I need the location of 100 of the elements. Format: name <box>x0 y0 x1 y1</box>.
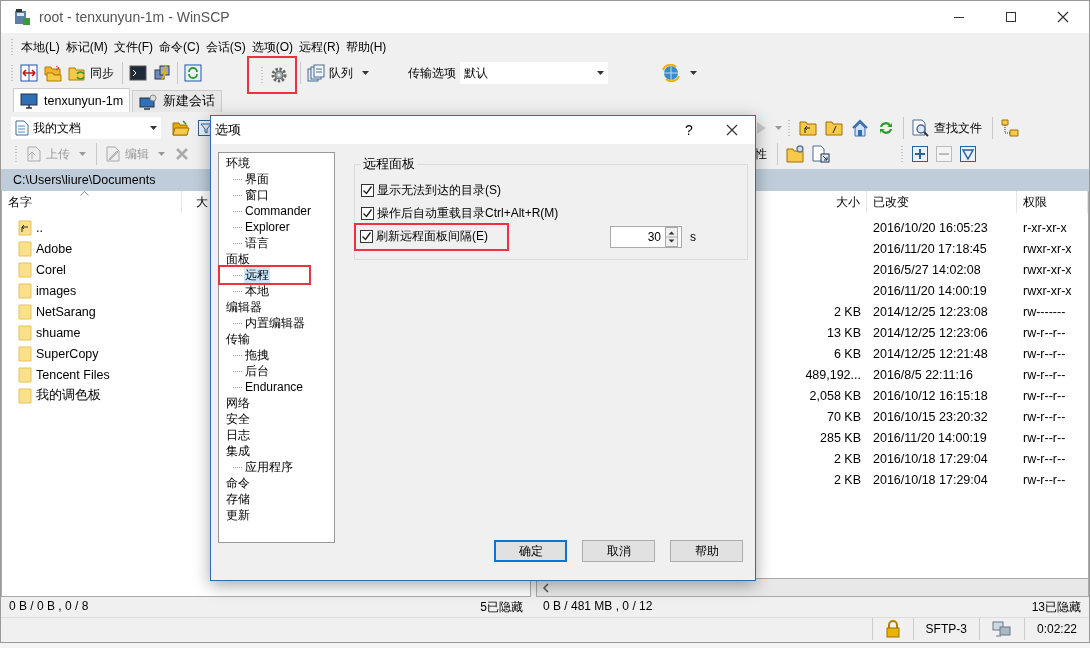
tree-item[interactable]: 存储 <box>225 491 251 507</box>
checkbox[interactable] <box>360 230 373 243</box>
column-header[interactable]: 名字 <box>2 191 182 213</box>
tree-item[interactable]: 内置编辑器 <box>244 315 306 331</box>
globe-icon <box>661 64 681 82</box>
tree-item[interactable]: 语言 <box>244 235 270 251</box>
tree-item[interactable]: 日志 <box>225 427 251 443</box>
tree-item[interactable]: Explorer <box>244 219 291 235</box>
session-tab[interactable]: tenxunyun-1m <box>13 88 131 112</box>
elapsed-time: 0:02:22 <box>1036 622 1077 636</box>
transfer-options-dropdown[interactable]: 默认 <box>460 62 608 84</box>
file-name[interactable]: .. <box>36 220 43 235</box>
checkbox-label[interactable]: 刷新远程面板间隔(E) <box>376 228 488 245</box>
queue-button[interactable]: 队列 <box>304 61 374 85</box>
tree-item[interactable]: 后台 <box>244 363 270 379</box>
interval-spinbox[interactable]: 30 <box>610 225 682 248</box>
file-name[interactable]: Tencent Files <box>36 367 110 382</box>
toolbar-grip <box>14 145 18 163</box>
folder-gear-icon[interactable] <box>786 145 804 163</box>
plus-icon[interactable] <box>912 146 928 162</box>
tree-item[interactable]: 编辑器 <box>225 299 263 315</box>
modified-date: 2016/8/5 22:11:16 <box>873 367 973 382</box>
tree-item[interactable]: 环境 <box>225 155 251 171</box>
permissions: rw-r--r-- <box>1023 346 1066 361</box>
parent-folder-icon[interactable] <box>799 120 817 136</box>
tree-item[interactable]: 更新 <box>225 507 251 523</box>
tree-item[interactable]: 安全 <box>225 411 251 427</box>
file-name[interactable]: images <box>36 283 77 298</box>
tree-icon[interactable] <box>1001 119 1019 137</box>
tree-item[interactable]: 命令 <box>225 475 251 491</box>
tree-item[interactable]: 本地 <box>244 283 270 299</box>
tree-item[interactable]: 远程 <box>244 267 270 283</box>
tree-item[interactable]: Endurance <box>244 379 305 395</box>
refresh-icon[interactable] <box>184 64 202 82</box>
close-icon[interactable] <box>726 124 738 136</box>
menu-item[interactable]: 文件(F) <box>111 38 155 56</box>
caret-icon <box>362 71 369 75</box>
permissions: rw-r--r-- <box>1023 325 1066 340</box>
file-name[interactable]: shuame <box>36 325 81 340</box>
hidden-count: 13已隐藏 <box>1031 598 1081 616</box>
menu-item[interactable]: 本地(L) <box>19 38 62 56</box>
close-icon[interactable] <box>1057 11 1069 23</box>
file-size: 489,192... <box>805 367 861 382</box>
file-name[interactable]: NetSarang <box>36 304 96 319</box>
tree-item[interactable]: 面板 <box>225 251 251 267</box>
window-title: root - tenxunyun-1m - WinSCP <box>39 9 230 25</box>
menu-item[interactable]: 标记(M) <box>63 38 110 56</box>
maximize-icon[interactable] <box>1005 11 1017 23</box>
monitor-icon <box>20 92 38 109</box>
tree-item[interactable]: 拖拽 <box>244 347 270 363</box>
sync-button[interactable]: 同步 <box>65 61 119 85</box>
dialog-button[interactable]: 取消 <box>582 540 655 562</box>
find-files-button[interactable]: 查找文件 <box>909 116 987 140</box>
checkbox[interactable] <box>361 184 374 197</box>
folders-icon[interactable] <box>44 64 62 82</box>
file-name[interactable]: Adobe <box>36 241 73 256</box>
column-header[interactable]: 已改变 <box>867 191 1017 213</box>
checkbox-label[interactable]: 操作后自动重载目录Ctrl+Alt+R(M) <box>377 205 559 222</box>
horizontal-scrollbar[interactable] <box>536 579 1089 597</box>
refresh-icon[interactable] <box>877 119 895 137</box>
scroll-left-icon <box>542 582 550 593</box>
checkbox[interactable] <box>361 207 374 220</box>
selection-summary: 0 B / 481 MB , 0 / 12 <box>543 598 653 615</box>
forward-icon[interactable] <box>754 121 768 135</box>
tree-item[interactable]: 集成 <box>225 443 251 459</box>
tree-item[interactable]: 应用程序 <box>244 459 294 475</box>
menu-item[interactable]: 选项(O) <box>249 38 295 56</box>
dialog-button[interactable]: 确定 <box>494 540 567 562</box>
file-name[interactable]: 我的调色板 <box>36 387 101 404</box>
permissions: rwxr-xr-x <box>1023 283 1072 298</box>
home-icon[interactable] <box>851 119 869 137</box>
lightning-icon[interactable] <box>153 64 171 82</box>
column-header[interactable]: 权限 <box>1017 191 1088 213</box>
dialog-button[interactable]: 帮助 <box>670 540 743 562</box>
tree-item[interactable]: 传输 <box>225 331 251 347</box>
file-name[interactable]: Corel <box>36 262 66 277</box>
file-name[interactable]: SuperCopy <box>36 346 99 361</box>
help-button[interactable]: ? <box>669 116 709 144</box>
compare-icon[interactable] <box>20 64 38 82</box>
tree-item[interactable]: Commander <box>244 203 313 219</box>
session-tab[interactable]: 新建会话 <box>132 90 223 112</box>
folder-icon <box>18 261 32 278</box>
terminal-icon[interactable] <box>129 64 147 82</box>
open-folder-icon[interactable] <box>172 120 190 136</box>
menu-item[interactable]: 远程(R) <box>297 38 342 56</box>
column-header[interactable]: 大小 <box>797 191 867 213</box>
funnel-icon[interactable] <box>960 146 976 162</box>
group-title: 远程面板 <box>361 156 417 173</box>
menu-item[interactable]: 命令(C) <box>157 38 202 56</box>
settings-icon[interactable] <box>270 66 288 84</box>
document-icon <box>15 120 29 136</box>
menu-item[interactable]: 帮助(H) <box>343 38 389 56</box>
location-dropdown[interactable]: 我的文档 <box>11 117 161 139</box>
folder-icon <box>18 366 32 383</box>
menu-item[interactable]: 会话(S) <box>203 38 248 56</box>
root-folder-icon[interactable] <box>825 120 843 136</box>
caret-icon <box>79 152 86 156</box>
tree-item[interactable]: 网络 <box>225 395 251 411</box>
tree-item[interactable]: 界面 <box>244 171 270 187</box>
document-arrow-icon[interactable] <box>812 145 830 163</box>
